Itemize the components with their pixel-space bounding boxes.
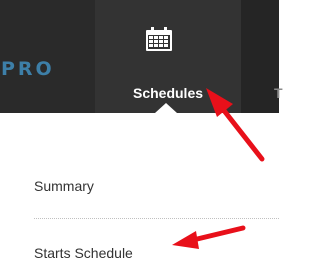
annotation-arrow-starts-schedule [172,225,246,249]
